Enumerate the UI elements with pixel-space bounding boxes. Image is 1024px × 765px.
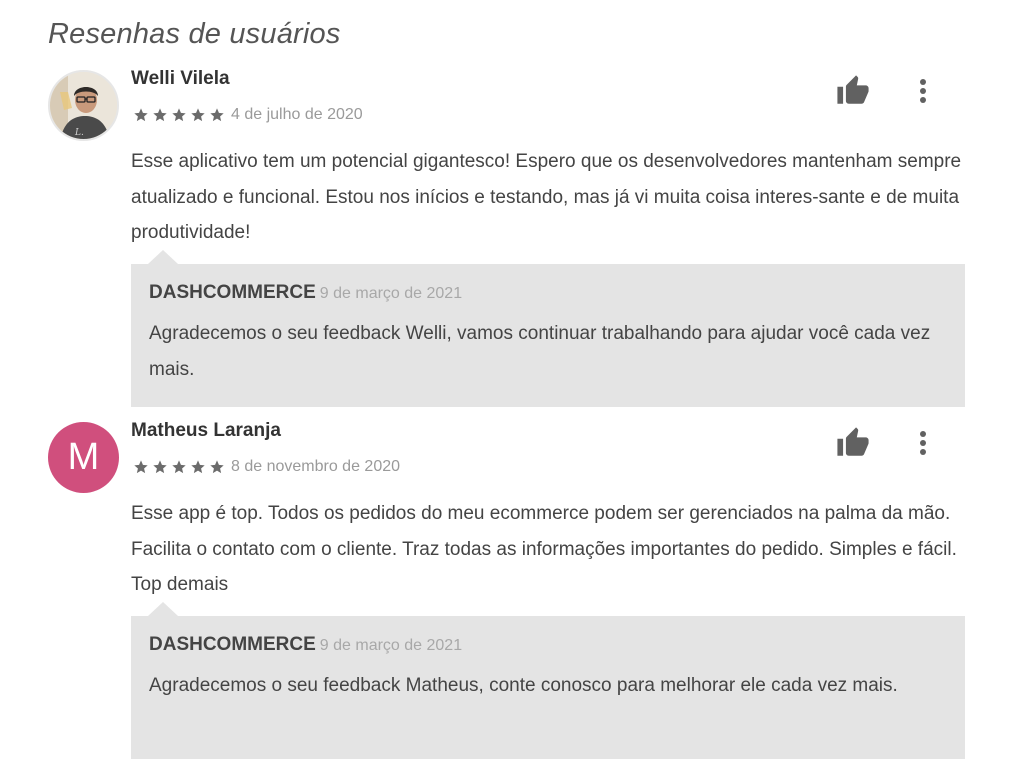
review-date: 8 de novembro de 2020 [231,458,401,475]
star-icon [210,108,224,122]
reply-text: Agradecemos o seu feedback Matheus, cont… [149,675,898,696]
more-options-button[interactable] [910,426,936,460]
review-author: Welli Vilela [131,68,230,89]
star-icon [172,108,186,122]
thumb-up-icon [837,75,869,104]
review-author: Matheus Laranja [131,420,281,441]
star-icon [153,108,167,122]
more-options-button[interactable] [910,74,936,108]
more-vert-icon [920,79,926,103]
star-icon [134,460,148,474]
star-icon [191,460,205,474]
star-icon [191,108,205,122]
avatar-photo: L. [50,72,117,139]
reply-date: 9 de março de 2021 [319,637,463,654]
reply-text: Agradecemos o seu feedback Welli, vamos … [149,323,931,380]
reply-author: DASHCOMMERCE [149,634,316,655]
star-icon [153,460,167,474]
more-vert-icon [920,431,926,455]
like-button[interactable] [834,72,872,110]
avatar[interactable]: M [48,422,119,493]
section-title: Resenhas de usuários [48,18,341,50]
review-date: 4 de julho de 2020 [231,106,363,123]
star-icon [210,460,224,474]
like-button[interactable] [834,424,872,462]
review-text: Esse app é top. Todos os pedidos do meu … [131,503,957,595]
developer-reply: DASHCOMMERCE 9 de março de 2021 Agradece… [131,602,965,759]
reply-header: DASHCOMMERCE 9 de março de 2021 [149,634,947,668]
reply-date: 9 de março de 2021 [319,285,463,302]
review-meta: 8 de novembro de 2020 [133,456,400,478]
review-text: Esse aplicativo tem um potencial gigante… [131,151,962,243]
review-meta: 4 de julho de 2020 [133,104,363,126]
rating-stars [133,107,225,123]
star-icon [134,108,148,122]
reply-header: DASHCOMMERCE 9 de março de 2021 [149,282,947,316]
reply-author: DASHCOMMERCE [149,282,316,303]
rating-stars [133,459,225,475]
developer-reply: DASHCOMMERCE 9 de março de 2021 Agradece… [131,250,965,407]
avatar[interactable]: L. [48,70,119,141]
svg-text:L.: L. [74,128,84,138]
star-icon [172,460,186,474]
thumb-up-icon [837,427,869,456]
